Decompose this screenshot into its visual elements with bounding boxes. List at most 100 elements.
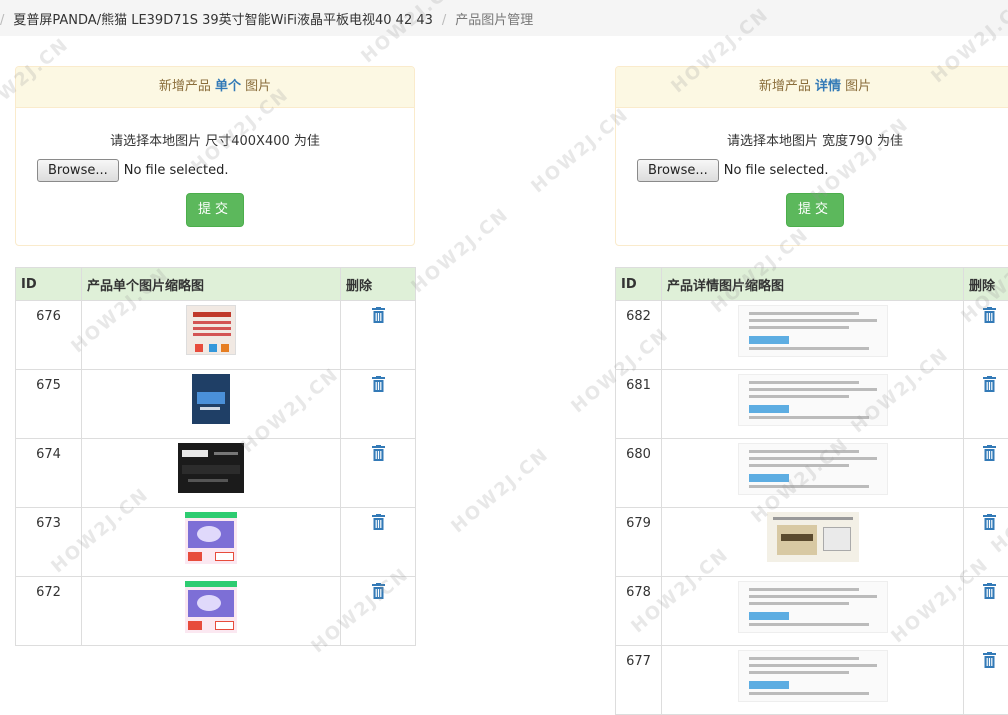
col-delete-header: 删除 bbox=[341, 268, 416, 301]
row-id: 680 bbox=[616, 439, 662, 508]
trash-icon[interactable] bbox=[372, 514, 385, 530]
submit-detail-button[interactable]: 提交 bbox=[786, 193, 844, 227]
trash-icon[interactable] bbox=[983, 445, 996, 461]
row-id: 672 bbox=[16, 577, 82, 646]
breadcrumb-product-link[interactable]: 夏普屏PANDA/熊猫 LE39D71S 39英寸智能WiFi液晶平板电视40 … bbox=[13, 13, 433, 28]
file-status: No file selected. bbox=[724, 163, 829, 178]
product-thumbnail bbox=[738, 650, 888, 702]
row-thumbnail-cell bbox=[82, 370, 341, 439]
upload-detail-panel: 新增产品 详情 图片 请选择本地图片 宽度790 为佳 Browse... No … bbox=[615, 66, 1008, 246]
trash-icon[interactable] bbox=[983, 307, 996, 323]
table-row: 674 bbox=[16, 439, 416, 508]
panel-title-prefix: 新增产品 bbox=[159, 79, 211, 94]
watermark-text: HOW2J.CN bbox=[407, 204, 513, 298]
delete-cell[interactable] bbox=[341, 508, 416, 577]
upload-detail-hint: 请选择本地图片 宽度790 为佳 bbox=[616, 130, 1008, 149]
product-thumbnail bbox=[738, 581, 888, 633]
col-id-header: ID bbox=[616, 268, 662, 301]
row-thumbnail-cell bbox=[82, 301, 341, 370]
panel-title-suffix: 图片 bbox=[845, 79, 871, 94]
row-id: 677 bbox=[616, 646, 662, 715]
breadcrumb-separator: / bbox=[442, 13, 446, 28]
col-delete-header: 删除 bbox=[964, 268, 1008, 301]
delete-cell[interactable] bbox=[341, 301, 416, 370]
watermark-text: HOW2J.CN bbox=[447, 444, 553, 538]
table-row: 673 bbox=[16, 508, 416, 577]
table-row: 678 bbox=[616, 577, 1008, 646]
row-thumbnail-cell bbox=[662, 577, 964, 646]
upload-single-hint: 请选择本地图片 尺寸400X400 为佳 bbox=[16, 130, 414, 149]
table-row: 675 bbox=[16, 370, 416, 439]
breadcrumb-current: 产品图片管理 bbox=[455, 13, 533, 28]
table-row: 680 bbox=[616, 439, 1008, 508]
table-header-row: ID 产品单个图片缩略图 删除 bbox=[16, 268, 416, 301]
upload-single-file-input: Browse... No file selected. bbox=[37, 159, 228, 182]
row-thumbnail-cell bbox=[662, 439, 964, 508]
product-thumbnail bbox=[178, 443, 244, 493]
trash-icon[interactable] bbox=[372, 376, 385, 392]
table-row: 679 bbox=[616, 508, 1008, 577]
row-thumbnail-cell bbox=[662, 370, 964, 439]
product-thumbnail bbox=[738, 374, 888, 426]
delete-cell[interactable] bbox=[964, 508, 1008, 577]
upload-detail-file-input: Browse... No file selected. bbox=[637, 159, 828, 182]
table-row: 682 bbox=[616, 301, 1008, 370]
breadcrumb-separator: / bbox=[0, 13, 4, 28]
delete-cell[interactable] bbox=[964, 646, 1008, 715]
delete-cell[interactable] bbox=[964, 301, 1008, 370]
breadcrumb: / 夏普屏PANDA/熊猫 LE39D71S 39英寸智能WiFi液晶平板电视40… bbox=[0, 0, 1008, 36]
row-id: 678 bbox=[616, 577, 662, 646]
row-id: 674 bbox=[16, 439, 82, 508]
product-thumbnail bbox=[186, 305, 236, 355]
row-thumbnail-cell bbox=[662, 646, 964, 715]
delete-cell[interactable] bbox=[964, 439, 1008, 508]
table-row: 672 bbox=[16, 577, 416, 646]
table-row: 676 bbox=[16, 301, 416, 370]
product-thumbnail bbox=[185, 512, 237, 564]
row-id: 673 bbox=[16, 508, 82, 577]
browse-button[interactable]: Browse... bbox=[637, 159, 719, 182]
panel-title-prefix: 新增产品 bbox=[759, 79, 811, 94]
delete-cell[interactable] bbox=[341, 370, 416, 439]
single-image-table: ID 产品单个图片缩略图 删除 676675674673672 bbox=[15, 267, 416, 646]
submit-single-button[interactable]: 提交 bbox=[186, 193, 244, 227]
upload-single-panel-header: 新增产品 单个 图片 bbox=[16, 67, 414, 108]
product-thumbnail bbox=[192, 374, 230, 424]
col-thumb-header: 产品单个图片缩略图 bbox=[82, 268, 341, 301]
file-status: No file selected. bbox=[124, 163, 229, 178]
product-thumbnail bbox=[738, 305, 888, 357]
row-thumbnail-cell bbox=[82, 439, 341, 508]
row-id: 681 bbox=[616, 370, 662, 439]
product-thumbnail bbox=[185, 581, 237, 633]
table-header-row: ID 产品详情图片缩略图 删除 bbox=[616, 268, 1008, 301]
row-id: 676 bbox=[16, 301, 82, 370]
row-id: 682 bbox=[616, 301, 662, 370]
row-id: 675 bbox=[16, 370, 82, 439]
trash-icon[interactable] bbox=[983, 583, 996, 599]
delete-cell[interactable] bbox=[964, 370, 1008, 439]
table-row: 677 bbox=[616, 646, 1008, 715]
upload-single-panel: 新增产品 单个 图片 请选择本地图片 尺寸400X400 为佳 Browse..… bbox=[15, 66, 415, 246]
trash-icon[interactable] bbox=[983, 376, 996, 392]
delete-cell[interactable] bbox=[341, 439, 416, 508]
row-thumbnail-cell bbox=[82, 508, 341, 577]
trash-icon[interactable] bbox=[983, 514, 996, 530]
product-thumbnail bbox=[738, 443, 888, 495]
row-thumbnail-cell bbox=[82, 577, 341, 646]
row-thumbnail-cell bbox=[662, 301, 964, 370]
trash-icon[interactable] bbox=[372, 583, 385, 599]
delete-cell[interactable] bbox=[964, 577, 1008, 646]
trash-icon[interactable] bbox=[372, 307, 385, 323]
trash-icon[interactable] bbox=[983, 652, 996, 668]
upload-detail-panel-header: 新增产品 详情 图片 bbox=[616, 67, 1008, 108]
row-id: 679 bbox=[616, 508, 662, 577]
panel-title-highlight: 单个 bbox=[215, 79, 241, 94]
col-thumb-header: 产品详情图片缩略图 bbox=[662, 268, 964, 301]
panel-title-suffix: 图片 bbox=[245, 79, 271, 94]
delete-cell[interactable] bbox=[341, 577, 416, 646]
product-thumbnail bbox=[767, 512, 859, 562]
browse-button[interactable]: Browse... bbox=[37, 159, 119, 182]
trash-icon[interactable] bbox=[372, 445, 385, 461]
panel-title-highlight: 详情 bbox=[815, 79, 841, 94]
col-id-header: ID bbox=[16, 268, 82, 301]
